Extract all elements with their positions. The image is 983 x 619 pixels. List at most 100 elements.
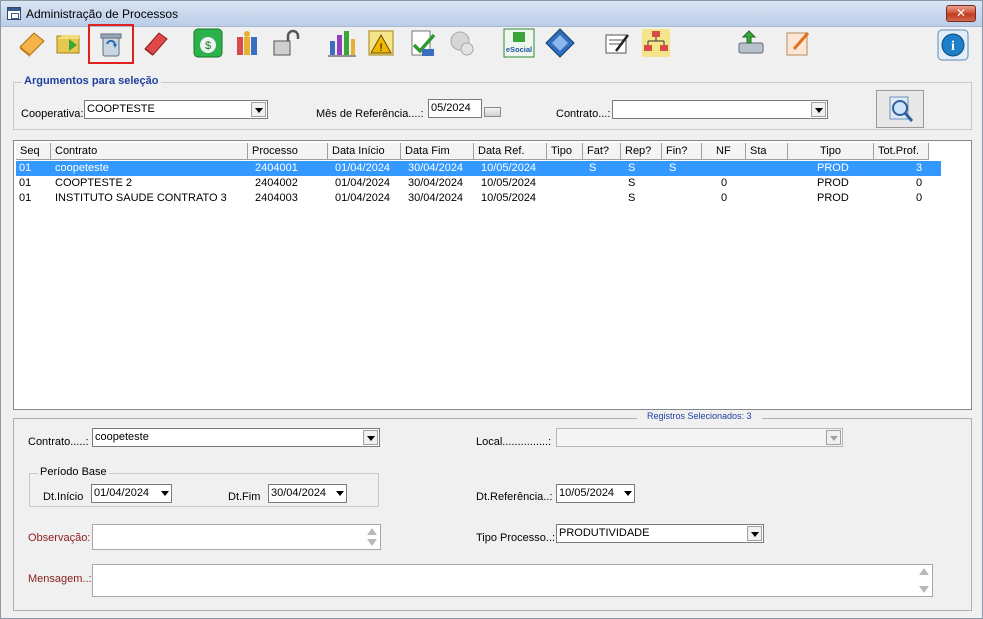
warning-button[interactable]: ! [363,25,399,61]
scroll-up-icon[interactable] [367,528,377,535]
svg-text:eSocial: eSocial [506,45,532,54]
col-header[interactable]: Data Início [328,143,401,160]
tipo-processo-select[interactable]: PRODUTIVIDADE [556,524,764,543]
col-header[interactable]: Processo [248,143,328,160]
mes-referencia-input[interactable]: 05/2024 [428,99,482,118]
cooperativa-value: COOPTESTE [87,103,155,115]
sign-button[interactable] [598,25,634,61]
col-header[interactable]: Tipo [547,143,583,160]
chevron-down-icon[interactable] [747,526,762,541]
recycle-bin-icon [100,33,122,57]
app-icon [7,7,21,20]
chevron-down-icon[interactable] [826,430,841,445]
col-header[interactable]: Tot.Prof. [874,143,929,160]
mensagem-label: Mensagem..: [28,573,92,585]
col-header[interactable]: Fat? [583,143,621,160]
cell-contrato: INSTITUTO SAUDE CONTRATO 3 [55,192,227,204]
save-drive-button[interactable] [733,25,769,61]
table-row[interactable]: 01 coopeteste 2404001 01/04/2024 30/04/2… [16,161,941,176]
chevron-down-icon[interactable] [811,102,826,117]
contrato-filter-select[interactable] [612,100,828,119]
chevron-down-icon[interactable] [158,486,170,501]
tipo-processo-label: Tipo Processo..: [476,532,556,544]
table-row[interactable]: 01 INSTITUTO SAUDE CONTRATO 3 2404003 01… [16,191,941,206]
gift-button[interactable] [229,25,265,61]
cell-inicio: 01/04/2024 [335,177,391,189]
esocial-icon: eSocial [503,28,535,58]
info-button[interactable]: i [937,29,969,61]
process-grid[interactable]: Seq Contrato Processo Data Início Data F… [13,140,972,410]
col-header[interactable]: Contrato [51,143,248,160]
local-label: Local...............: [476,436,552,448]
col-header[interactable]: Rep? [621,143,662,160]
cell-tot: 0 [916,192,923,204]
mensagem-scrollbar[interactable] [918,567,930,594]
cell-inicio: 01/04/2024 [335,192,391,204]
recycle-button[interactable] [88,24,134,64]
edit-note-icon [786,32,810,56]
eraser-button[interactable] [137,25,173,61]
observacao-label: Observação: [28,532,91,544]
mes-referencia-label: Mês de Referência....: [316,108,424,120]
col-header[interactable]: Seq [16,143,51,160]
org-chart-button[interactable] [638,25,674,61]
dt-inicio-value: 01/04/2024 [94,487,150,499]
col-header[interactable]: Sta [746,143,788,160]
mes-referencia-value: 05/2024 [431,102,471,114]
contrato-select[interactable]: coopeteste [92,428,380,447]
search-button[interactable] [876,90,924,128]
mensagem-textarea[interactable] [92,564,933,597]
col-header[interactable]: Data Ref. [474,143,547,160]
dt-referencia-label: Dt.Referência..: [476,491,553,503]
cell-ref: 10/05/2024 [481,192,537,204]
chevron-down-icon[interactable] [363,430,378,445]
cell-seq: 01 [19,162,32,174]
edit-note-button[interactable] [780,25,816,61]
send-button[interactable] [542,25,578,61]
cell-fat: S [589,162,597,174]
dt-referencia-picker[interactable]: 10/05/2024 [556,484,635,503]
send-diamond-icon [545,28,575,58]
sign-doc-icon [605,34,629,54]
observacao-scrollbar[interactable] [366,527,378,547]
col-header[interactable]: Fin? [662,143,702,160]
table-row[interactable]: 01 COOPTESTE 2 2404002 01/04/2024 30/04/… [16,176,941,191]
observacao-textarea[interactable] [92,524,381,550]
close-button[interactable]: ✕ [946,5,976,22]
money-button[interactable]: $ [190,25,226,61]
scroll-down-icon[interactable] [919,586,929,593]
approve-button[interactable] [404,25,440,61]
svg-text:i: i [951,39,955,54]
window-title: Administração de Processos [26,7,179,21]
dt-referencia-value: 10/05/2024 [559,487,615,499]
warning-doc-icon: ! [368,30,394,56]
contrato-value: coopeteste [95,431,149,443]
chevron-down-icon[interactable] [621,486,633,501]
local-select[interactable] [556,428,843,447]
dt-inicio-picker[interactable]: 01/04/2024 [91,484,172,503]
scroll-down-icon[interactable] [367,539,377,546]
info-icon: i [937,29,969,61]
dt-fim-picker[interactable]: 30/04/2024 [268,484,347,503]
cell-processo: 2404001 [255,162,298,174]
cell-ref: 10/05/2024 [481,177,537,189]
col-header[interactable]: Tipo [788,143,874,160]
dt-fim-label: Dt.Fim [228,491,261,503]
col-header[interactable]: Data Fim [401,143,474,160]
approve-doc-icon [411,30,436,56]
esocial-button[interactable]: eSocial [501,25,537,61]
scroll-up-icon[interactable] [919,568,929,575]
mes-spin-button[interactable] [484,107,501,117]
chevron-down-icon[interactable] [251,102,266,117]
chevron-down-icon[interactable] [333,486,345,501]
unlock-button[interactable] [268,25,304,61]
user-disabled-button[interactable] [443,25,479,61]
cooperativa-select[interactable]: COOPTESTE [84,100,268,119]
new-button[interactable] [14,25,50,61]
org-chart-icon [642,29,670,57]
col-header[interactable]: NF [702,143,746,160]
chart-button[interactable] [324,25,360,61]
open-button[interactable] [51,25,87,61]
cell-contrato: coopeteste [55,162,109,174]
cell-contrato: COOPTESTE 2 [55,177,133,189]
